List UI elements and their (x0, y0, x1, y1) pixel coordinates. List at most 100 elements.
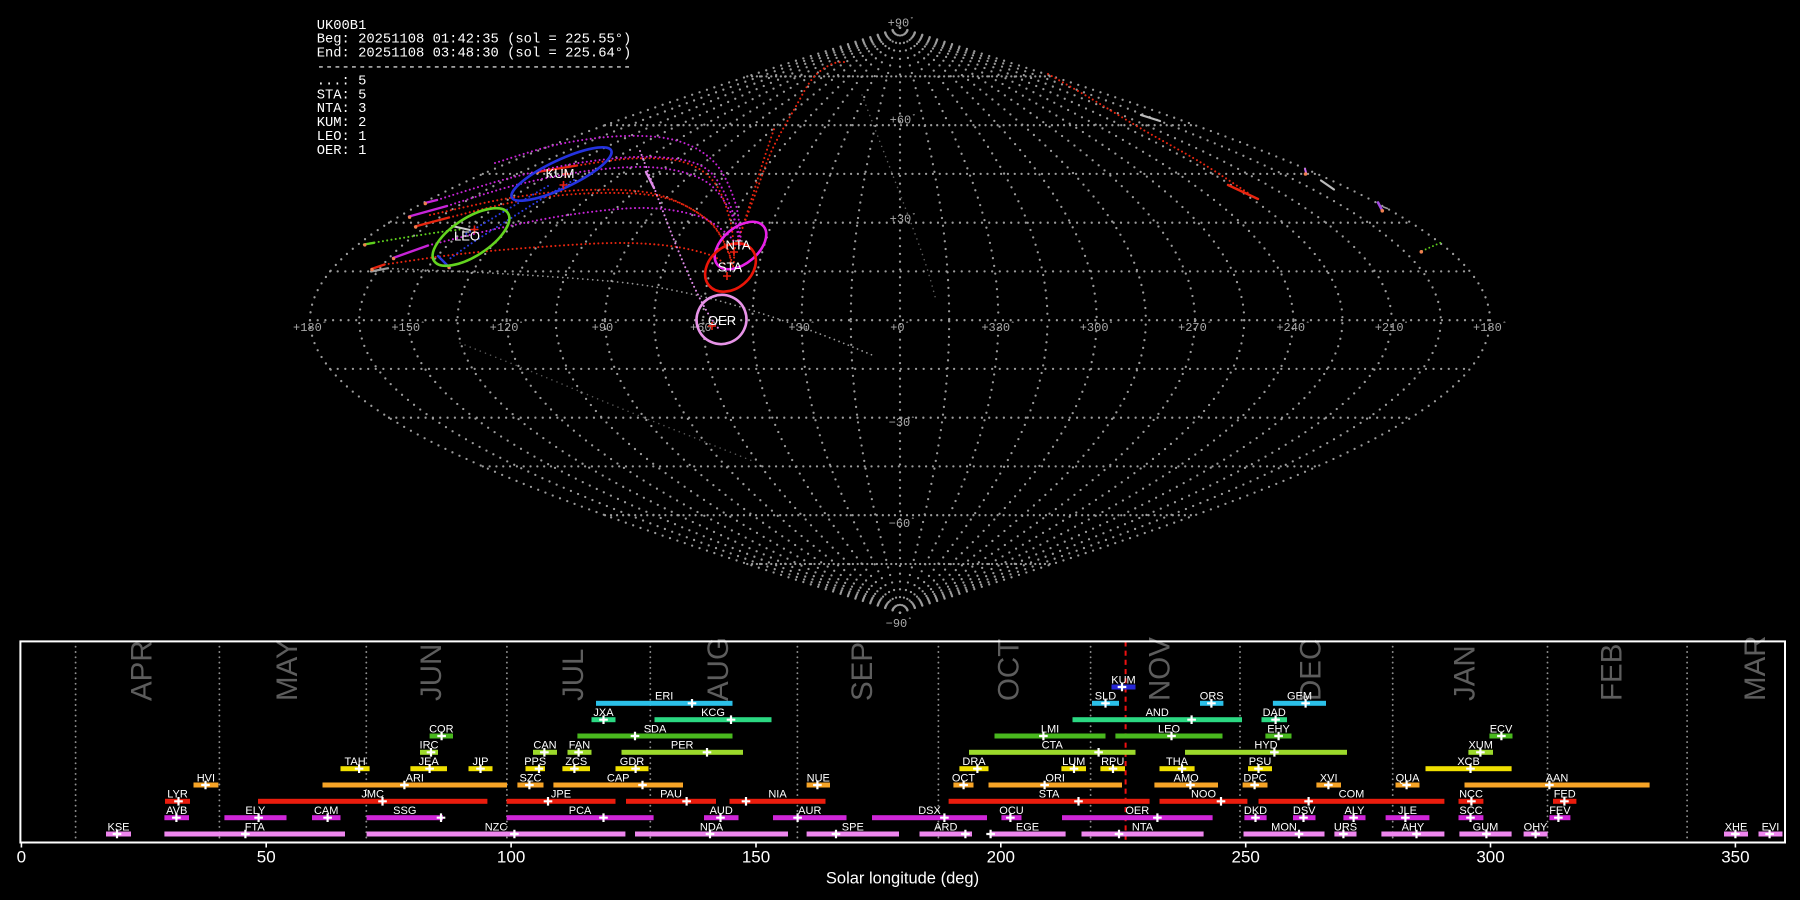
svg-text:+0˚: +0˚ (890, 321, 910, 336)
svg-text:CAM: CAM (314, 805, 338, 817)
svg-text:ARI: ARI (406, 772, 424, 784)
svg-text:+270˚: +270˚ (1178, 321, 1212, 336)
svg-text:AUD: AUD (710, 805, 733, 817)
svg-text:EGE: EGE (1016, 821, 1039, 833)
svg-text:DAD: DAD (1263, 707, 1286, 719)
svg-text:AMO: AMO (1174, 772, 1200, 784)
svg-text:+330˚: +330˚ (981, 321, 1015, 336)
svg-text:+240˚: +240˚ (1276, 321, 1310, 336)
svg-text:NTA: 3: NTA: 3 (317, 102, 367, 117)
svg-text:FAN: FAN (569, 740, 590, 752)
svg-text:ZCS: ZCS (565, 756, 587, 768)
svg-text:XCB: XCB (1457, 756, 1480, 768)
svg-text:JXA: JXA (593, 707, 614, 719)
svg-text:+30˚: +30˚ (890, 212, 917, 227)
svg-text:DSX: DSX (918, 805, 941, 817)
svg-text:GEM: GEM (1287, 691, 1312, 703)
svg-text:JMC: JMC (361, 789, 384, 801)
svg-text:PCA: PCA (569, 805, 592, 817)
svg-text:STA: STA (718, 260, 743, 275)
svg-text:+180˚: +180˚ (293, 321, 327, 336)
svg-text:NZC: NZC (485, 821, 508, 833)
svg-text:KUM: KUM (1111, 674, 1135, 686)
svg-text:NOV: NOV (1144, 637, 1177, 701)
svg-text:JUN: JUN (415, 644, 448, 701)
svg-text:LYR: LYR (167, 789, 188, 801)
svg-text:JIP: JIP (473, 756, 489, 768)
svg-text:CTA: CTA (1042, 740, 1064, 752)
svg-text:KCG: KCG (701, 707, 725, 719)
svg-text:PAU: PAU (660, 789, 682, 801)
svg-text:CAN: CAN (533, 740, 556, 752)
svg-text:XUM: XUM (1468, 740, 1492, 752)
svg-text:JUL: JUL (557, 649, 590, 701)
svg-text:XVI: XVI (1320, 772, 1338, 784)
svg-text:+120˚: +120˚ (490, 321, 524, 336)
svg-text:STA: STA (1039, 789, 1060, 801)
svg-text:GDR: GDR (620, 756, 645, 768)
svg-text:OCU: OCU (999, 805, 1024, 817)
svg-text:SDA: SDA (644, 723, 667, 735)
svg-text:NTA: NTA (1132, 821, 1154, 833)
svg-text:LMI: LMI (1041, 723, 1059, 735)
svg-text:LEO: LEO (454, 229, 480, 244)
svg-text:−60˚: −60˚ (889, 517, 916, 532)
svg-text:+150˚: +150˚ (391, 321, 425, 336)
svg-text:ECV: ECV (1490, 723, 1513, 735)
svg-text:ELY: ELY (245, 805, 266, 817)
svg-text:MAY: MAY (271, 639, 304, 701)
svg-text:+90˚: +90˚ (888, 16, 915, 31)
svg-text:0: 0 (17, 848, 26, 867)
svg-text:SZC: SZC (520, 772, 542, 784)
svg-text:350: 350 (1721, 848, 1749, 867)
svg-text:COR: COR (429, 723, 454, 735)
svg-text:+90˚: +90˚ (592, 321, 619, 336)
svg-text:LEO: LEO (1158, 723, 1180, 735)
svg-text:SEP: SEP (846, 642, 879, 701)
svg-text:−30˚: −30˚ (889, 416, 916, 431)
svg-text:GUM: GUM (1473, 821, 1499, 833)
svg-text:NOO: NOO (1191, 789, 1217, 801)
svg-text:OCT: OCT (993, 639, 1026, 701)
svg-text:End: 20251108 03:48:30 (sol =: End: 20251108 03:48:30 (sol = 225.64°) (317, 46, 632, 62)
svg-text:AUG: AUG (702, 637, 735, 701)
svg-text:PSU: PSU (1249, 756, 1272, 768)
svg-text:Beg: 20251108 01:42:35 (sol =: Beg: 20251108 01:42:35 (sol = 225.55°) (317, 32, 632, 48)
svg-text:50: 50 (257, 848, 276, 867)
svg-text:SPE: SPE (842, 821, 864, 833)
svg-text:KUM: KUM (546, 166, 575, 181)
svg-text:MAR: MAR (1739, 635, 1772, 701)
svg-text:JEA: JEA (419, 756, 440, 768)
svg-text:DRA: DRA (962, 756, 986, 768)
svg-text:HYD: HYD (1254, 740, 1277, 752)
svg-text:ARD: ARD (934, 821, 957, 833)
svg-text:THA: THA (1166, 756, 1189, 768)
svg-text:100: 100 (497, 848, 525, 867)
svg-text:250: 250 (1232, 848, 1260, 867)
svg-text:FED: FED (1554, 789, 1576, 801)
svg-text:CAP: CAP (607, 772, 630, 784)
svg-text:SCC: SCC (1459, 805, 1482, 817)
svg-text:JPE: JPE (551, 789, 571, 801)
svg-text:OHY: OHY (1524, 821, 1549, 833)
svg-text:FEB: FEB (1596, 644, 1629, 701)
svg-text:LUM: LUM (1062, 756, 1085, 768)
svg-text:KUM: 2: KUM: 2 (317, 116, 367, 131)
svg-text:OER: 1: OER: 1 (317, 144, 367, 159)
svg-text:OER: OER (708, 313, 736, 328)
svg-text:UK00B1: UK00B1 (317, 19, 367, 34)
svg-text:APR: APR (126, 640, 159, 701)
svg-text:ORS: ORS (1200, 691, 1224, 703)
svg-text:+300˚: +300˚ (1080, 321, 1114, 336)
svg-text:PER: PER (671, 740, 694, 752)
svg-text:FEV: FEV (1549, 805, 1571, 817)
svg-text:SSG: SSG (393, 805, 416, 817)
svg-text:+180˚: +180˚ (1473, 321, 1507, 336)
svg-text:AHY: AHY (1402, 821, 1425, 833)
svg-text:FTA: FTA (245, 821, 266, 833)
svg-text:DPC: DPC (1243, 772, 1266, 784)
svg-text:TAH: TAH (345, 756, 366, 768)
svg-text:...: 5: ...: 5 (317, 74, 367, 89)
svg-text:URS: URS (1334, 821, 1357, 833)
svg-text:200: 200 (987, 848, 1015, 867)
